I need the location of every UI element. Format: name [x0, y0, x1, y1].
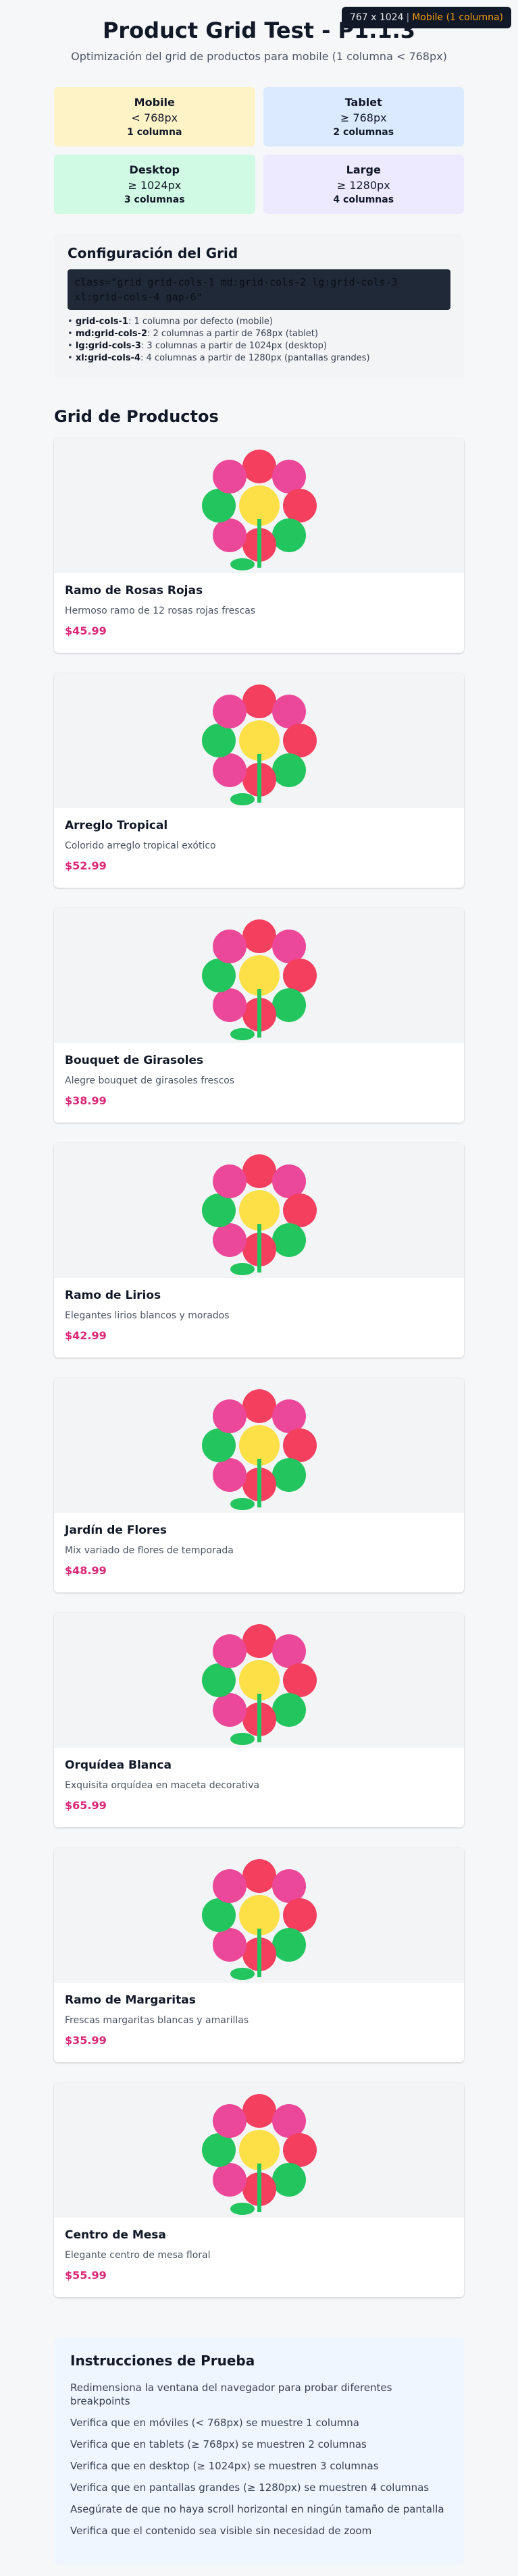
breakpoint-name: Tablet	[344, 96, 382, 109]
config-key: xl:grid-cols-4	[75, 353, 140, 363]
product-card[interactable]: Ramo de Lirios Elegantes lirios blancos …	[54, 1143, 464, 1358]
instruction-item: Verifica que en móviles (< 768px) se mue…	[70, 2417, 359, 2429]
viewport-mode: Mobile (1 columna)	[412, 12, 503, 23]
breakpoint-px: ≥ 768px	[340, 111, 387, 124]
product-name: Ramo de Rosas Rojas	[65, 584, 203, 597]
breakpoint-tablet: Tablet ≥ 768px 2 columnas	[263, 87, 464, 146]
breakpoint-px: < 768px	[131, 111, 178, 124]
instruction-item: Verifica que en tablets (≥ 768px) se mue…	[70, 2438, 367, 2450]
config-value: : 1 columna por defecto (mobile)	[128, 317, 273, 327]
product-price: $55.99	[65, 2269, 107, 2282]
flower-icon	[201, 1389, 317, 1510]
flower-icon	[201, 450, 317, 570]
config-code: class="grid grid-cols-1 md:grid-cols-2 l…	[68, 269, 450, 310]
viewport-separator: |	[406, 12, 410, 23]
product-description: Elegantes lirios blancos y morados	[65, 1310, 230, 1321]
flower-icon	[201, 2094, 317, 2215]
product-description: Elegante centro de mesa floral	[65, 2250, 211, 2261]
breakpoint-large: Large ≥ 1280px 4 columnas	[263, 155, 464, 214]
instructions-title: Instrucciones de Prueba	[70, 2353, 255, 2369]
product-image	[54, 1378, 464, 1513]
product-card[interactable]: Ramo de Rosas Rojas Hermoso ramo de 12 r…	[54, 438, 464, 653]
product-description: Hermoso ramo de 12 rosas rojas frescas	[65, 606, 256, 616]
page-subtitle: Optimización del grid de productos para …	[71, 50, 447, 63]
viewport-size: 767 x 1024	[349, 12, 404, 23]
flower-icon	[201, 685, 317, 805]
breakpoint-cols: 3 columnas	[124, 194, 185, 205]
product-description: Alegre bouquet de girasoles frescos	[65, 1075, 235, 1086]
product-name: Bouquet de Girasoles	[65, 1054, 204, 1067]
config-item: • md:grid-cols-2: 2 columnas a partir de…	[68, 329, 318, 339]
product-name: Ramo de Lirios	[65, 1289, 161, 1302]
product-description: Exquisita orquídea en maceta decorativa	[65, 1780, 260, 1791]
product-image	[54, 1848, 464, 1983]
product-price: $38.99	[65, 1094, 107, 1107]
flower-icon	[201, 1624, 317, 1745]
config-key: grid-cols-1	[75, 317, 128, 327]
flower-icon	[201, 1154, 317, 1275]
product-card[interactable]: Arreglo Tropical Colorido arreglo tropic…	[54, 673, 464, 888]
instruction-item: Redimensiona la ventana del navegador pa…	[70, 2382, 392, 2407]
viewport-indicator: 767 x 1024 | Mobile (1 columna)	[341, 7, 511, 28]
config-item: • grid-cols-1: 1 columna por defecto (mo…	[68, 317, 273, 327]
config-value: : 3 columnas a partir de 1024px (desktop…	[140, 341, 327, 351]
config-value: : 2 columnas a partir de 768px (tablet)	[147, 329, 318, 339]
products-section-title: Grid de Productos	[54, 407, 219, 426]
breakpoint-name: Desktop	[129, 163, 180, 176]
breakpoint-cols: 4 columnas	[333, 194, 394, 205]
breakpoint-mobile: Mobile < 768px 1 columna	[54, 87, 255, 146]
flower-icon	[201, 919, 317, 1040]
product-image	[54, 438, 464, 573]
config-item: • lg:grid-cols-3: 3 columnas a partir de…	[68, 341, 327, 351]
instruction-item: Verifica que en pantallas grandes (≥ 128…	[70, 2481, 430, 2494]
product-name: Arreglo Tropical	[65, 819, 168, 832]
product-card[interactable]: Jardín de Flores Mix variado de flores d…	[54, 1378, 464, 1592]
product-price: $65.99	[65, 1799, 107, 1812]
product-name: Centro de Mesa	[65, 2228, 166, 2242]
config-title: Configuración del Grid	[68, 245, 238, 261]
breakpoint-px: ≥ 1280px	[336, 179, 390, 192]
product-description: Colorido arreglo tropical exótico	[65, 840, 216, 851]
config-item: • xl:grid-cols-4: 4 columnas a partir de…	[68, 353, 370, 363]
breakpoint-desktop: Desktop ≥ 1024px 3 columnas	[54, 155, 255, 214]
breakpoint-name: Mobile	[134, 96, 175, 109]
breakpoint-cols: 2 columnas	[333, 127, 394, 138]
product-card[interactable]: Orquídea Blanca Exquisita orquídea en ma…	[54, 1613, 464, 1827]
config-key: lg:grid-cols-3	[75, 341, 141, 351]
instruction-item: Asegúrate de que no haya scroll horizont…	[70, 2503, 444, 2515]
product-price: $52.99	[65, 859, 107, 872]
product-description: Mix variado de flores de temporada	[65, 1545, 234, 1556]
product-image	[54, 2083, 464, 2218]
product-name: Jardín de Flores	[65, 1524, 167, 1537]
breakpoint-grid: Mobile < 768px 1 columna Tablet ≥ 768px …	[54, 87, 464, 214]
breakpoint-name: Large	[346, 163, 381, 176]
product-name: Ramo de Margaritas	[65, 1993, 196, 2007]
flower-icon	[201, 1859, 317, 1980]
product-image	[54, 908, 464, 1043]
product-card[interactable]: Bouquet de Girasoles Alegre bouquet de g…	[54, 908, 464, 1123]
product-name: Orquídea Blanca	[65, 1759, 172, 1772]
instruction-item: Verifica que en desktop (≥ 1024px) se mu…	[70, 2460, 379, 2472]
breakpoint-px: ≥ 1024px	[128, 179, 182, 192]
product-image	[54, 1143, 464, 1278]
product-card[interactable]: Centro de Mesa Elegante centro de mesa f…	[54, 2083, 464, 2297]
product-grid: Ramo de Rosas Rojas Hermoso ramo de 12 r…	[54, 438, 464, 2297]
product-price: $48.99	[65, 1564, 107, 1577]
product-image	[54, 673, 464, 808]
instruction-item: Verifica que el contenido sea visible si…	[70, 2525, 372, 2537]
breakpoint-cols: 1 columna	[127, 127, 182, 138]
config-key: md:grid-cols-2	[75, 329, 148, 339]
product-description: Frescas margaritas blancas y amarillas	[65, 2015, 249, 2026]
product-image	[54, 1613, 464, 1748]
product-price: $35.99	[65, 2034, 107, 2047]
grid-config-panel: Configuración del Grid class="grid grid-…	[54, 234, 464, 379]
product-card[interactable]: Ramo de Margaritas Frescas margaritas bl…	[54, 1848, 464, 2062]
config-value: : 4 columnas a partir de 1280px (pantall…	[140, 353, 370, 363]
test-instructions: Instrucciones de Prueba Redimensiona la …	[54, 2338, 464, 2565]
instructions-list: Redimensiona la ventana del navegador pa…	[70, 2381, 448, 2538]
product-price: $42.99	[65, 1329, 107, 1342]
config-list: • grid-cols-1: 1 columna por defecto (mo…	[68, 317, 450, 363]
product-price: $45.99	[65, 624, 107, 637]
